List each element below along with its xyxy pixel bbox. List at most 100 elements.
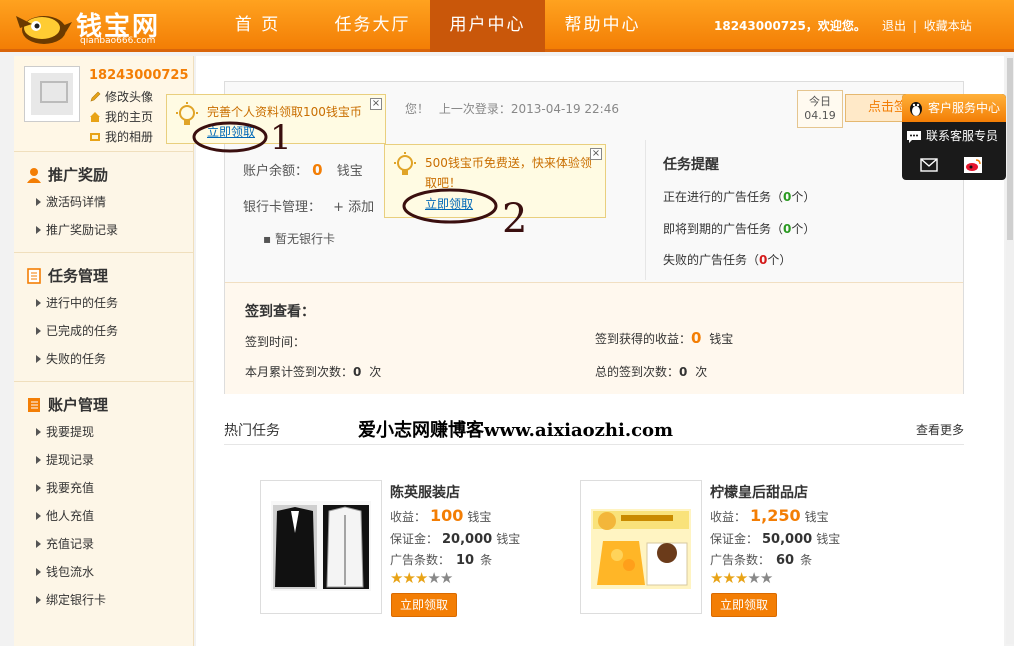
section-title: 任务管理 bbox=[14, 263, 193, 289]
task-card-ad-count: 广告条数： 10 条 bbox=[390, 551, 492, 568]
deposit-unit: 钱宝 bbox=[816, 532, 841, 546]
deposit-value: 50,000 bbox=[762, 532, 813, 547]
count-value: 10 bbox=[456, 553, 475, 568]
today-date: 今日 04.19 bbox=[797, 90, 843, 128]
weibo-icon[interactable] bbox=[964, 157, 982, 173]
close-icon[interactable]: × bbox=[590, 148, 602, 160]
service-center-label: 客户服务中心 bbox=[928, 101, 1001, 115]
add-bank-link[interactable]: + 添加 bbox=[333, 200, 374, 215]
income-label: 收益： bbox=[390, 510, 427, 524]
today-label: 今日 bbox=[809, 95, 831, 108]
task-line-expiring[interactable]: 即将到期的广告任务（0个） bbox=[663, 220, 815, 237]
welcome-text: 18243000725，欢迎您。 bbox=[714, 19, 866, 33]
signin-box: 签到查看： 签到时间： 本月累计签到次数：0 次 签到获得的收益：0 钱宝 总的… bbox=[225, 282, 963, 394]
sidebar-item-failed-tasks[interactable]: 失败的任务 bbox=[14, 345, 193, 373]
task-card-image[interactable] bbox=[580, 480, 702, 614]
nav-help-center[interactable]: 帮助中心 bbox=[545, 0, 660, 52]
chat-bubble-icon bbox=[907, 131, 921, 143]
task-card-image[interactable] bbox=[260, 480, 382, 614]
section-task-management: 任务管理 进行中的任务 已完成的任务 失败的任务 bbox=[14, 253, 193, 382]
month-count-value: 0 bbox=[353, 365, 362, 379]
star-icon: ★ bbox=[734, 569, 748, 587]
earn-unit: 钱宝 bbox=[709, 332, 734, 346]
task-card-name[interactable]: 柠檬皇后甜品店 bbox=[710, 482, 808, 502]
paren-close: 个） bbox=[767, 253, 792, 267]
mail-icon[interactable] bbox=[920, 158, 938, 172]
no-bank-text: 暂无银行卡 bbox=[274, 232, 335, 246]
nav-home[interactable]: 首 页 bbox=[200, 0, 315, 52]
sidebar-item-recharge[interactable]: 我要充值 bbox=[14, 474, 193, 502]
lightbulb-icon bbox=[176, 102, 198, 125]
income-unit: 钱宝 bbox=[467, 510, 492, 524]
customer-service-panel: 客户服务中心 联系客服专员 bbox=[902, 94, 1006, 180]
scrollbar-thumb[interactable] bbox=[1007, 58, 1013, 240]
view-more-link[interactable]: 查看更多 bbox=[916, 421, 964, 438]
earn-value: 0 bbox=[691, 329, 702, 347]
task-line-failed[interactable]: 失败的广告任务（0个） bbox=[663, 251, 791, 268]
divider bbox=[224, 444, 964, 445]
task-card-name[interactable]: 陈英服装店 bbox=[390, 482, 460, 502]
balance-label: 账户余额： bbox=[243, 164, 309, 179]
watermark-text: 爱小志网赚博客www.aixiaozhi.com bbox=[358, 420, 674, 441]
sidebar-item-withdraw-records[interactable]: 提现记录 bbox=[14, 446, 193, 474]
deposit-unit: 钱宝 bbox=[496, 532, 521, 546]
task-card-deposit: 保证金： 20,000 钱宝 bbox=[390, 530, 520, 547]
bank-label: 银行卡管理： bbox=[243, 200, 322, 215]
task-card-income: 收益： 100 钱宝 bbox=[390, 506, 491, 525]
total-count: 总的签到次数：0 次 bbox=[595, 363, 707, 380]
sidebar-item-recharge-others[interactable]: 他人充值 bbox=[14, 502, 193, 530]
balance-unit: 钱宝 bbox=[336, 164, 363, 179]
balance-row: 账户余额： 0 钱宝 bbox=[243, 160, 363, 179]
section-title: 账户管理 bbox=[14, 392, 193, 418]
section-title: 推广奖励 bbox=[14, 162, 193, 188]
claim-task-button[interactable]: 立即领取 bbox=[391, 593, 457, 617]
separator: | bbox=[912, 19, 917, 33]
avatar[interactable] bbox=[24, 66, 80, 122]
nav-user-center[interactable]: 用户中心 bbox=[430, 0, 545, 52]
task-line-ongoing[interactable]: 正在进行的广告任务（0个） bbox=[663, 188, 815, 205]
sidebar-item-completed-tasks[interactable]: 已完成的任务 bbox=[14, 317, 193, 345]
sidebar-item-withdraw[interactable]: 我要提现 bbox=[14, 418, 193, 446]
logout-link[interactable]: 退出 bbox=[882, 19, 906, 33]
income-unit: 钱宝 bbox=[804, 510, 829, 524]
deposit-value: 20,000 bbox=[442, 532, 493, 547]
sidebar-username: 18243000725 bbox=[89, 68, 189, 83]
month-count: 本月累计签到次数：0 次 bbox=[245, 363, 381, 380]
sidebar-item-recharge-records[interactable]: 充值记录 bbox=[14, 530, 193, 558]
my-album-link[interactable]: 我的相册 bbox=[89, 128, 153, 145]
greeting-tail: 您！ bbox=[405, 102, 430, 116]
star-icon: ★ bbox=[759, 569, 773, 587]
signin-earnings: 签到获得的收益：0 钱宝 bbox=[595, 329, 733, 347]
document-icon bbox=[27, 268, 41, 284]
nav-task-hall[interactable]: 任务大厅 bbox=[315, 0, 430, 52]
income-value: 1,250 bbox=[750, 506, 801, 525]
avatar-placeholder-icon bbox=[31, 73, 73, 115]
sidebar-item-bind-bank-card[interactable]: 绑定银行卡 bbox=[14, 586, 193, 614]
top-header: 钱宝网 qianbao666.com 首 页 任务大厅 用户中心 帮助中心 18… bbox=[0, 0, 1014, 52]
pencil-icon bbox=[90, 91, 101, 102]
paren-open: （ bbox=[747, 253, 760, 267]
last-login: 您！ 上一次登录：2013-04-19 22:46 bbox=[405, 100, 619, 117]
edit-avatar-label: 修改头像 bbox=[105, 90, 154, 104]
claim-link[interactable]: 立即领取 bbox=[207, 123, 255, 140]
sidebar-item-promotion-records[interactable]: 推广奖励记录 bbox=[14, 216, 193, 244]
my-homepage-link[interactable]: 我的主页 bbox=[89, 108, 153, 125]
claim-task-button[interactable]: 立即领取 bbox=[711, 593, 777, 617]
section-account-management: 账户管理 我要提现 提现记录 我要充值 他人充值 充值记录 钱包流水 绑定银行卡 bbox=[14, 382, 193, 622]
tooltip-text: 500钱宝币免费送，快来体验领取吧！ bbox=[425, 156, 592, 190]
ledger-icon bbox=[28, 398, 40, 412]
star-icon: ★ bbox=[439, 569, 453, 587]
close-icon[interactable]: × bbox=[370, 98, 382, 110]
site-logo[interactable]: 钱宝网 qianbao666.com bbox=[14, 4, 174, 48]
edit-avatar-link[interactable]: 修改头像 bbox=[89, 88, 153, 105]
count-label: 广告条数： bbox=[390, 553, 451, 567]
sidebar-item-wallet-flow[interactable]: 钱包流水 bbox=[14, 558, 193, 586]
sidebar-item-ongoing-tasks[interactable]: 进行中的任务 bbox=[14, 289, 193, 317]
my-homepage-label: 我的主页 bbox=[105, 110, 154, 124]
paren-close: 个） bbox=[791, 222, 816, 236]
sidebar-item-activation-codes[interactable]: 激活码详情 bbox=[14, 188, 193, 216]
main-nav: 首 页 任务大厅 用户中心 帮助中心 bbox=[200, 0, 660, 52]
claim-link[interactable]: 立即领取 bbox=[425, 195, 473, 212]
favorite-link[interactable]: 收藏本站 bbox=[924, 19, 972, 33]
balance-value: 0 bbox=[312, 161, 323, 179]
